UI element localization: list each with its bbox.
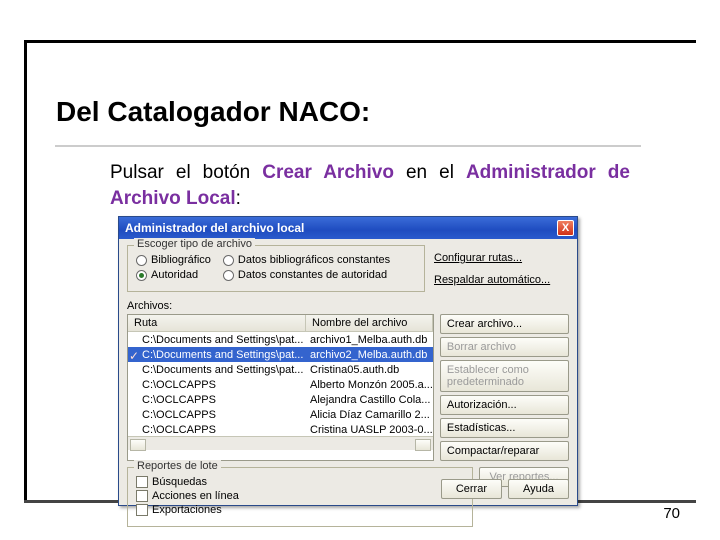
table-row[interactable]: C:\Documents and Settings\pat...archivo1… <box>128 332 433 347</box>
checkbox-acciones-en-linea-label: Acciones en línea <box>152 490 239 502</box>
slide-title: Del Catalogador NACO: <box>56 96 370 128</box>
files-table-body: C:\Documents and Settings\pat...archivo1… <box>128 332 433 436</box>
table-row[interactable]: C:\OCLCAPPS Alejandra Castillo Cola... <box>128 392 433 407</box>
filetype-legend: Escoger tipo de archivo <box>134 238 255 250</box>
compact-repair-button[interactable]: Compactar/reparar <box>440 441 569 461</box>
checkbox-acciones-en-linea[interactable]: Acciones en línea <box>136 490 464 502</box>
create-archive-button[interactable]: Crear archivo... <box>440 314 569 334</box>
configure-paths-link[interactable]: Configurar rutas... <box>431 249 569 267</box>
slide-instruction: Pulsar el botón Crear Archivo en el Admi… <box>110 160 630 211</box>
page-number: 70 <box>663 505 680 522</box>
lot-reports-legend: Reportes de lote <box>134 460 221 472</box>
row-path: C:\Documents and Settings\pat... <box>142 364 303 376</box>
delete-archive-button[interactable]: Borrar archivo <box>440 337 569 357</box>
dialog-titlebar[interactable]: Administrador del archivo local X <box>119 217 577 239</box>
backup-auto-link[interactable]: Respaldar automático... <box>431 271 569 289</box>
set-default-button[interactable]: Establecer como predeterminado <box>440 360 569 392</box>
text-pre: Pulsar el botón <box>110 162 262 183</box>
col-name[interactable]: Nombre del archivo <box>306 315 433 331</box>
radio-datos-const-aut-label: Datos constantes de autoridad <box>238 269 387 281</box>
row-filename: Alejandra Castillo Cola... <box>306 394 433 406</box>
statistics-button[interactable]: Estadísticas... <box>440 418 569 438</box>
checkbox-exportaciones[interactable]: Exportaciones <box>136 504 464 516</box>
slide-border-left <box>24 40 27 500</box>
radio-datos-const-aut[interactable]: Datos constantes de autoridad <box>223 269 390 281</box>
slide-divider <box>55 145 641 147</box>
close-icon[interactable]: X <box>557 220 574 236</box>
row-filename: Alberto Monzón 2005.a... <box>306 379 433 391</box>
slide-border-top <box>24 40 696 43</box>
text-post: : <box>236 188 241 209</box>
row-filename: archivo1_Melba.auth.db <box>306 334 433 346</box>
authorization-button[interactable]: Autorización... <box>440 395 569 415</box>
table-row[interactable]: C:\OCLCAPPS Alicia Díaz Camarillo 2... <box>128 407 433 422</box>
lot-reports-group: Reportes de lote Búsquedas Acciones en l… <box>127 467 473 527</box>
horiz-scrollbar[interactable] <box>128 436 433 450</box>
row-path: C:\Documents and Settings\pat... <box>142 349 303 361</box>
row-path: C:\OCLCAPPS <box>142 394 216 406</box>
radio-datos-bib-const-label: Datos bibliográficos constantes <box>238 254 390 266</box>
radio-bibliografico[interactable]: Bibliográfico <box>136 254 211 266</box>
table-row[interactable]: C:\Documents and Settings\pat...Cristina… <box>128 362 433 377</box>
check-icon: ✓ <box>129 351 139 361</box>
files-label: Archivos: <box>127 300 569 312</box>
row-path: C:\OCLCAPPS <box>142 424 216 436</box>
text-mid: en el <box>394 162 466 183</box>
close-button[interactable]: Cerrar <box>441 479 502 499</box>
dialog-bottom-bar: Cerrar Ayuda <box>441 479 569 499</box>
local-file-admin-dialog: Administrador del archivo local X Escoge… <box>118 216 578 506</box>
radio-autoridad[interactable]: Autoridad <box>136 269 211 281</box>
files-table[interactable]: Ruta Nombre del archivo C:\Documents and… <box>127 314 434 461</box>
files-table-header: Ruta Nombre del archivo <box>128 315 433 332</box>
row-path: C:\OCLCAPPS <box>142 409 216 421</box>
row-filename: archivo2_Melba.auth.db <box>306 349 433 361</box>
checkbox-exportaciones-label: Exportaciones <box>152 504 222 516</box>
table-row[interactable]: C:\OCLCAPPS Cristina UASLP 2003-0... <box>128 422 433 436</box>
row-path: C:\Documents and Settings\pat... <box>142 334 303 346</box>
row-filename: Alicia Díaz Camarillo 2... <box>306 409 433 421</box>
col-path[interactable]: Ruta <box>128 315 306 331</box>
radio-autoridad-label: Autoridad <box>151 269 198 281</box>
checkbox-busquedas-label: Búsquedas <box>152 476 207 488</box>
table-row[interactable]: C:\OCLCAPPS Alberto Monzón 2005.a... <box>128 377 433 392</box>
row-filename: Cristina UASLP 2003-0... <box>306 424 433 436</box>
filetype-group: Escoger tipo de archivo Bibliográfico Au… <box>127 245 425 292</box>
row-filename: Cristina05.auth.db <box>306 364 433 376</box>
dialog-title: Administrador del archivo local <box>125 221 304 235</box>
row-path: C:\OCLCAPPS <box>142 379 216 391</box>
help-button[interactable]: Ayuda <box>508 479 569 499</box>
checkbox-busquedas[interactable]: Búsquedas <box>136 476 464 488</box>
radio-bibliografico-label: Bibliográfico <box>151 254 211 266</box>
text-highlight-crear-archivo: Crear Archivo <box>262 162 394 183</box>
radio-datos-bib-const[interactable]: Datos bibliográficos constantes <box>223 254 390 266</box>
table-row[interactable]: ✓C:\Documents and Settings\pat...archivo… <box>128 347 433 362</box>
